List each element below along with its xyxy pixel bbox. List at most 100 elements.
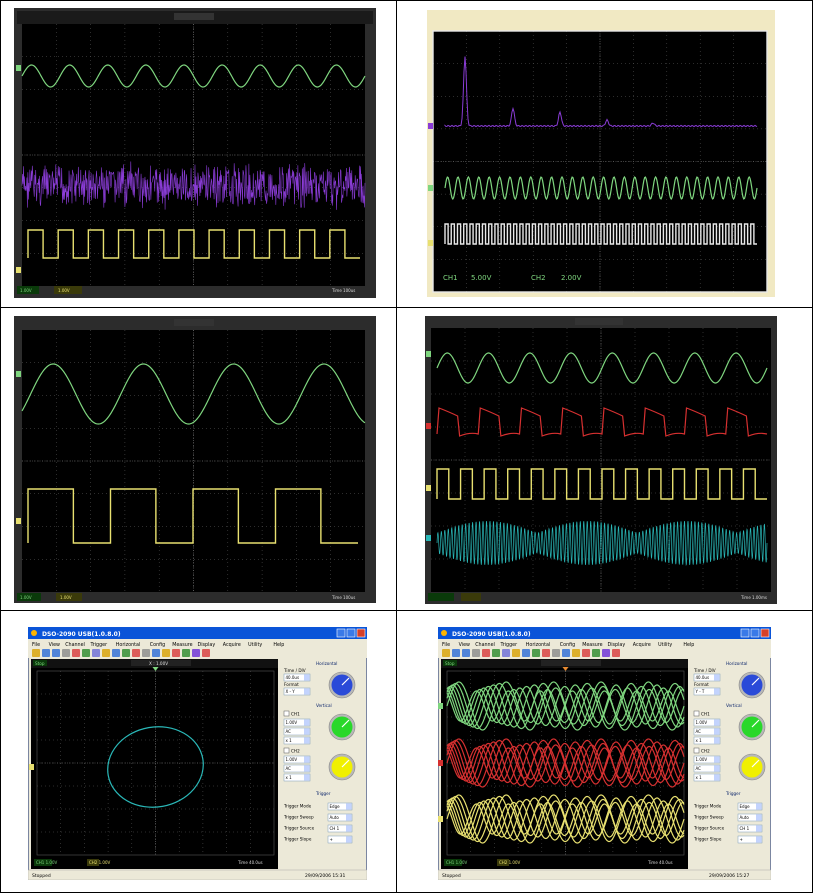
toolbar-icon-11[interactable] <box>542 649 550 657</box>
toolbar-icon-7[interactable] <box>92 649 100 657</box>
toolbar-icon-5[interactable] <box>72 649 80 657</box>
toolbar-icon-16[interactable] <box>592 649 600 657</box>
ch2-probe-select[interactable]: x 1 <box>283 773 311 782</box>
trigger-source-select[interactable]: CH 1 <box>737 824 763 833</box>
ch1-volt-knob[interactable] <box>738 713 766 741</box>
ch2-volt-select[interactable]: 1.00V <box>283 755 311 764</box>
trigger-mode-select[interactable]: Edge <box>737 802 763 811</box>
ch1-checkbox[interactable] <box>693 710 700 717</box>
toolbar-icon-13[interactable] <box>562 649 570 657</box>
toolbar-icon-8[interactable] <box>102 649 110 657</box>
toolbar-icon-8[interactable] <box>512 649 520 657</box>
timebase-knob[interactable] <box>328 671 356 699</box>
menu-item-utility[interactable]: Utility <box>248 642 262 648</box>
toolbar-icon-9[interactable] <box>522 649 530 657</box>
menu-item-display[interactable]: Display <box>608 642 626 648</box>
trigger-slope-select[interactable]: + <box>737 835 763 844</box>
trigger-sweep-select[interactable]: Auto <box>737 813 763 822</box>
menu-item-view[interactable]: View <box>459 642 470 648</box>
toolbar-icon-10[interactable] <box>532 649 540 657</box>
toolbar-icon-1[interactable] <box>32 649 40 657</box>
toolbar-icon-3[interactable] <box>462 649 470 657</box>
menu-item-horizontal[interactable]: Horizontal <box>526 642 551 648</box>
ch2-volt-select[interactable]: 1.00V <box>693 755 721 764</box>
close-button[interactable] <box>356 628 366 638</box>
ch1-volt-select[interactable]: 1.00V <box>283 718 311 727</box>
toolbar-icon-15[interactable] <box>582 649 590 657</box>
toolbar-icon-3[interactable] <box>52 649 60 657</box>
format-select[interactable]: Y - T <box>693 687 721 696</box>
menu-item-display[interactable]: Display <box>198 642 216 648</box>
minimize-button[interactable] <box>336 628 346 638</box>
ch2-probe-select[interactable]: x 1 <box>693 773 721 782</box>
menu-item-config[interactable]: Config <box>150 642 165 648</box>
ch2-coupling-select[interactable]: AC <box>693 764 721 773</box>
menu-item-help[interactable]: Help <box>683 642 694 648</box>
maximize-button[interactable] <box>750 628 760 638</box>
trigger-sweep-select[interactable]: Auto <box>327 813 353 822</box>
menu-item-measure[interactable]: Measure <box>172 642 192 648</box>
toolbar-icon-14[interactable] <box>162 649 170 657</box>
ch1-coupling-select[interactable]: AC <box>693 727 721 736</box>
timebase-knob[interactable] <box>738 671 766 699</box>
menu-item-horizontal[interactable]: Horizontal <box>116 642 141 648</box>
toolbar-icon-15[interactable] <box>172 649 180 657</box>
time-div-select[interactable]: 40.0us <box>283 673 311 682</box>
toolbar-icon-13[interactable] <box>152 649 160 657</box>
toolbar-icon-17[interactable] <box>602 649 610 657</box>
ch1-probe-select[interactable]: x 1 <box>693 736 721 745</box>
format-select[interactable]: X - Y <box>283 687 311 696</box>
trigger-mode-select[interactable]: Edge <box>327 802 353 811</box>
toolbar-icon-17[interactable] <box>192 649 200 657</box>
toolbar-icon-2[interactable] <box>42 649 50 657</box>
toolbar-icon-12[interactable] <box>552 649 560 657</box>
toolbar-icon-6[interactable] <box>82 649 90 657</box>
toolbar-icon-10[interactable] <box>122 649 130 657</box>
ch2-volt-knob[interactable] <box>328 753 356 781</box>
menu-item-config[interactable]: Config <box>560 642 575 648</box>
maximize-button[interactable] <box>346 628 356 638</box>
toolbar-icon-16[interactable] <box>182 649 190 657</box>
menu-item-trigger[interactable]: Trigger <box>500 642 518 648</box>
toolbar-icon-6[interactable] <box>492 649 500 657</box>
ch1-volt-select[interactable]: 1.00V <box>693 718 721 727</box>
trigger-source-select[interactable]: CH 1 <box>327 824 353 833</box>
menu-item-file[interactable]: File <box>32 642 40 648</box>
time-div-select[interactable]: 40.0us <box>693 673 721 682</box>
menu-item-file[interactable]: File <box>442 642 450 648</box>
minimize-button[interactable] <box>740 628 750 638</box>
ch2-volt-knob[interactable] <box>738 753 766 781</box>
toolbar-icon-11[interactable] <box>132 649 140 657</box>
menu-item-channel[interactable]: Channel <box>65 642 85 648</box>
toolbar-icon-9[interactable] <box>112 649 120 657</box>
menu-item-acquire[interactable]: Acquire <box>223 642 241 648</box>
toolbar-icon-4[interactable] <box>62 649 70 657</box>
menu-item-utility[interactable]: Utility <box>658 642 672 648</box>
toolbar-icon-2[interactable] <box>452 649 460 657</box>
ch2-marker <box>426 485 431 491</box>
menu-item-channel[interactable]: Channel <box>475 642 495 648</box>
toolbar-icon-4[interactable] <box>472 649 480 657</box>
menu-item-acquire[interactable]: Acquire <box>633 642 651 648</box>
trigger-slope-select[interactable]: + <box>327 835 353 844</box>
menu-item-trigger[interactable]: Trigger <box>90 642 108 648</box>
ch1-volt-knob[interactable] <box>328 713 356 741</box>
toolbar-icon-7[interactable] <box>502 649 510 657</box>
toolbar-icon-18[interactable] <box>202 649 210 657</box>
toolbar-icon-14[interactable] <box>572 649 580 657</box>
ch2-checkbox[interactable] <box>283 747 290 754</box>
ch1-checkbox[interactable] <box>283 710 290 717</box>
menu-item-help[interactable]: Help <box>273 642 284 648</box>
close-button[interactable] <box>760 628 770 638</box>
toolbar-icon-12[interactable] <box>142 649 150 657</box>
toolbar-icon-1[interactable] <box>442 649 450 657</box>
menu-item-measure[interactable]: Measure <box>582 642 602 648</box>
scope-display[interactable] <box>31 659 278 869</box>
ch1-coupling-select[interactable]: AC <box>283 727 311 736</box>
toolbar-icon-18[interactable] <box>612 649 620 657</box>
toolbar-icon-5[interactable] <box>482 649 490 657</box>
menu-item-view[interactable]: View <box>49 642 60 648</box>
ch2-coupling-select[interactable]: AC <box>283 764 311 773</box>
ch2-checkbox[interactable] <box>693 747 700 754</box>
ch1-probe-select[interactable]: x 1 <box>283 736 311 745</box>
